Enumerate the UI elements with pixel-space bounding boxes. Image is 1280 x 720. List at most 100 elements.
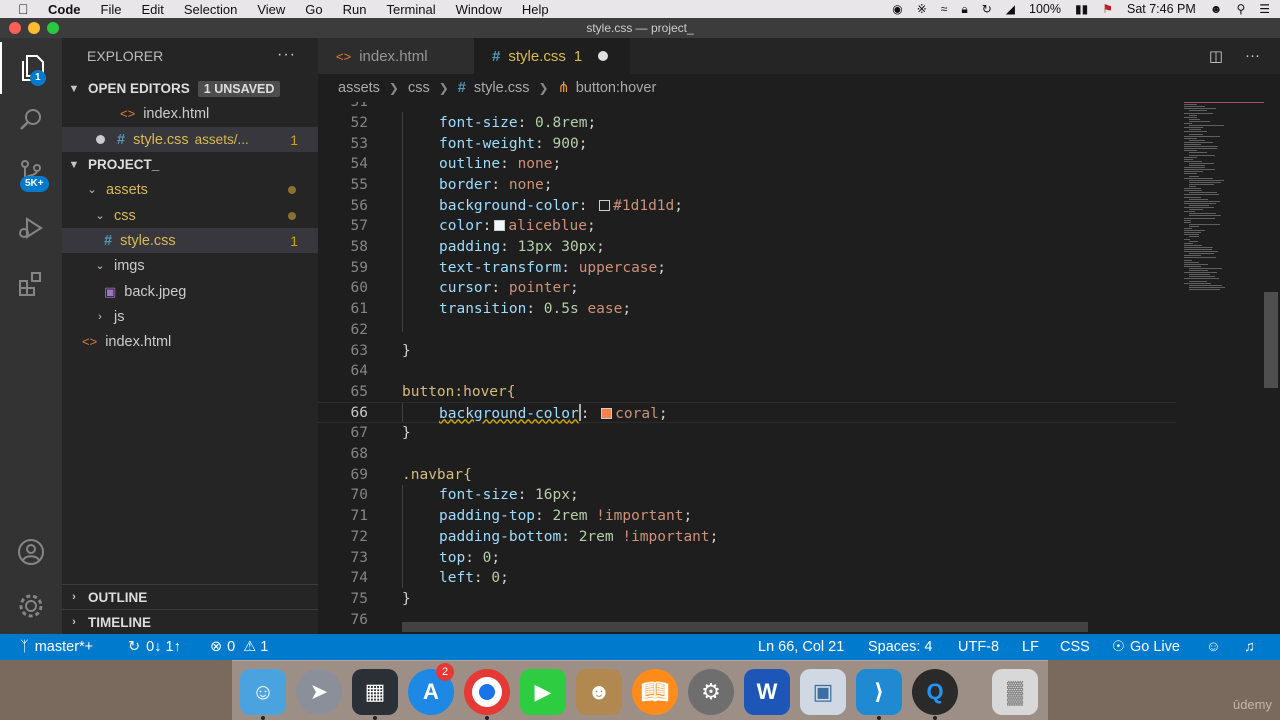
chevron-down-icon: ⌄ <box>95 210 105 222</box>
go-live-button[interactable]: ☉ Go Live <box>1112 634 1180 660</box>
unsaved-dot-icon[interactable] <box>96 135 105 144</box>
folder-css[interactable]: ⌄ css <box>62 203 318 228</box>
minimap-line <box>1189 270 1208 271</box>
language-mode[interactable]: CSS <box>1060 634 1090 660</box>
menu-window[interactable]: Window <box>456 2 502 17</box>
sync-status[interactable]: ↻ 0↓ 1↑ <box>128 634 181 660</box>
system-preferences-icon[interactable]: ⚙ <box>688 669 734 715</box>
file-index-html[interactable]: <> index.html <box>62 329 318 354</box>
code-line: 53 font-weight: 900; <box>318 133 1178 154</box>
time-machine-icon[interactable]: ↻ <box>982 2 992 16</box>
word-icon[interactable]: W <box>744 669 790 715</box>
bluetooth-icon[interactable]: ※ <box>917 2 927 16</box>
color-swatch[interactable] <box>494 220 506 232</box>
breadcrumb-style[interactable]: style.css <box>474 80 530 96</box>
cursor-position[interactable]: Ln 66, Col 21 <box>758 634 844 660</box>
clock[interactable]: Sat 7:46 PM <box>1127 2 1196 16</box>
activity-monitor-icon[interactable]: ▦ <box>352 669 398 715</box>
user-icon[interactable]: ☻ <box>1210 2 1223 16</box>
battery-percent[interactable]: 100% <box>1029 2 1061 16</box>
menu-terminal[interactable]: Terminal <box>387 2 436 17</box>
lock-icon[interactable]: 🔒︎ <box>961 2 967 17</box>
vertical-scrollbar[interactable] <box>1264 292 1278 388</box>
file-back-jpeg[interactable]: ▣ back.jpeg <box>62 279 318 304</box>
unsaved-dot-icon[interactable] <box>598 51 609 61</box>
end-of-line[interactable]: LF <box>1022 634 1039 660</box>
minimap-line <box>1184 238 1191 240</box>
breadcrumb-assets[interactable]: assets <box>338 80 380 96</box>
open-editors-section[interactable]: ▼ OPEN EDITORS 1 UNSAVED <box>62 76 318 101</box>
minimap-line <box>1189 223 1220 225</box>
more-actions-icon[interactable]: ··· <box>277 46 296 64</box>
outline-section[interactable]: › OUTLINE <box>62 584 318 609</box>
chevron-right-icon: › <box>98 310 102 323</box>
color-swatch[interactable] <box>599 199 611 211</box>
code-editor[interactable]: 51 52 font-size: 0.8rem; 53 font-weight: 9… <box>318 102 1280 634</box>
books-icon[interactable]: 📖︎ <box>632 669 678 715</box>
project-section[interactable]: ▼ PROJECT_ <box>62 152 318 177</box>
encoding[interactable]: UTF-8 <box>958 634 999 660</box>
extensions-activity[interactable] <box>0 258 62 310</box>
chrome-icon[interactable] <box>464 669 510 715</box>
menu-help[interactable]: Help <box>522 2 549 17</box>
warning-count: 1 <box>260 639 269 655</box>
folder-imgs-label: imgs <box>114 257 145 274</box>
menu-selection[interactable]: Selection <box>184 2 237 17</box>
flag-icon[interactable]: ⚑ <box>1102 2 1113 16</box>
color-swatch[interactable] <box>601 407 613 419</box>
apple-icon[interactable]:  <box>18 1 34 17</box>
timeline-section[interactable]: › TIMELINE <box>62 609 318 634</box>
spotlight-icon[interactable]: ⚲ <box>1236 2 1245 16</box>
wifi-icon[interactable]: ≈ <box>941 2 948 16</box>
minimap-line <box>1189 215 1222 217</box>
record-icon[interactable]: ◉ <box>892 2 902 16</box>
code-line: 64 <box>318 361 1178 382</box>
menu-run[interactable]: Run <box>343 2 367 17</box>
launchpad-icon[interactable]: ➤ <box>296 669 342 715</box>
finder-icon[interactable]: ☺ <box>240 669 286 715</box>
more-actions-icon[interactable]: ··· <box>1245 47 1260 65</box>
accounts-activity[interactable] <box>0 526 62 578</box>
folder-imgs[interactable]: ⌄ imgs <box>62 253 318 278</box>
minimize-window-button[interactable] <box>28 22 40 34</box>
minimap[interactable] <box>1176 102 1266 634</box>
menu-file[interactable]: File <box>101 2 122 17</box>
manage-activity[interactable] <box>0 580 62 632</box>
notification-center-icon[interactable]: ☰ <box>1259 2 1270 16</box>
search-activity[interactable] <box>0 94 62 146</box>
preview-icon[interactable]: ▣ <box>800 669 846 715</box>
maximize-window-button[interactable] <box>47 22 59 34</box>
feedback-icon[interactable]: ☺ <box>1206 634 1221 660</box>
explorer-activity[interactable]: 1 <box>0 42 62 94</box>
source-control-activity[interactable]: 5K+ <box>0 146 62 198</box>
tab-style-css[interactable]: # style.css 1 <box>474 38 630 74</box>
menu-view[interactable]: View <box>257 2 285 17</box>
menu-edit[interactable]: Edit <box>141 2 163 17</box>
run-debug-activity[interactable] <box>0 202 62 254</box>
open-editor-style[interactable]: # style.css assets/... 1 <box>62 127 318 152</box>
file-style-css[interactable]: # style.css 1 <box>62 228 318 253</box>
vscode-icon[interactable]: ⟩ <box>856 669 902 715</box>
breadcrumb-css[interactable]: css <box>408 80 430 96</box>
folder-assets[interactable]: ⌄ assets <box>62 177 318 202</box>
problems-status[interactable]: ⊗ 0 ⚠ 1 <box>210 634 268 660</box>
open-editor-index[interactable]: <> index.html <box>62 101 318 126</box>
quicktime-icon[interactable]: Q <box>912 669 958 715</box>
menu-go[interactable]: Go <box>305 2 322 17</box>
indentation[interactable]: Spaces: 4 <box>868 634 933 660</box>
notifications-bell-icon[interactable]: ♫ <box>1244 634 1255 660</box>
horizontal-scrollbar[interactable] <box>402 622 1088 632</box>
close-window-button[interactable] <box>9 22 21 34</box>
tab-index-html[interactable]: <> index.html <box>318 38 474 74</box>
branch-status[interactable]: ᛉ master*+ <box>20 634 93 660</box>
app-store-icon[interactable]: A2 <box>408 663 454 715</box>
facetime-icon[interactable]: ▶ <box>520 669 566 715</box>
menu-app[interactable]: Code <box>48 2 81 17</box>
breadcrumb-selector[interactable]: button:hover <box>576 80 657 96</box>
folder-js[interactable]: › js <box>62 304 318 329</box>
battery-icon[interactable]: ▮▮ <box>1075 2 1088 16</box>
trash-icon[interactable]: ▓ <box>992 669 1038 715</box>
volume-icon[interactable]: ◢ <box>1006 2 1015 16</box>
contacts-icon[interactable]: ☻ <box>576 669 622 715</box>
split-editor-icon[interactable]: ◫ <box>1209 47 1223 65</box>
